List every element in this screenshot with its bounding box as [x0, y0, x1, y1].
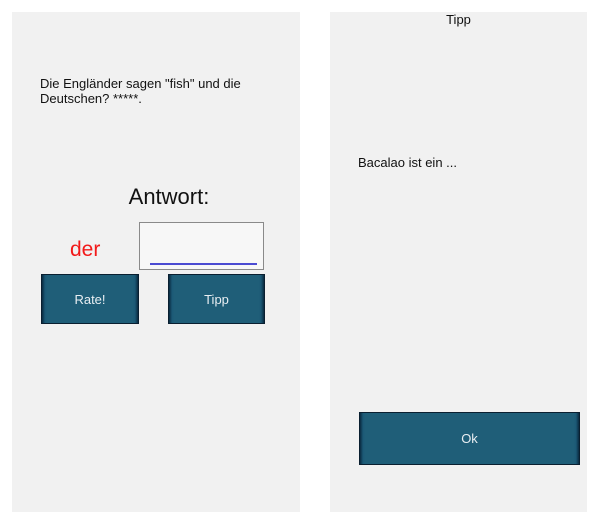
guess-button[interactable]: Rate! — [41, 274, 139, 324]
hint-button-label: Tipp — [204, 291, 229, 307]
question-text: Die Engländer sagen "fish" und die Deuts… — [40, 76, 241, 106]
ok-button[interactable]: Ok — [359, 412, 580, 465]
hint-button[interactable]: Tipp — [168, 274, 265, 324]
hint-text: Bacalao ist ein ... — [358, 155, 457, 170]
answer-label: Antwort: — [128, 184, 210, 209]
article-label: der — [70, 238, 101, 261]
hint-dialog: Tipp Bacalao ist ein ... Ok — [330, 12, 587, 512]
dialog-title: Tipp — [446, 12, 471, 27]
guess-button-label: Rate! — [74, 291, 106, 307]
ok-button-label: Ok — [461, 431, 478, 446]
quiz-screen: Die Engländer sagen "fish" und die Deuts… — [12, 12, 300, 512]
answer-field-box[interactable] — [139, 222, 264, 270]
answer-input[interactable] — [150, 243, 257, 265]
